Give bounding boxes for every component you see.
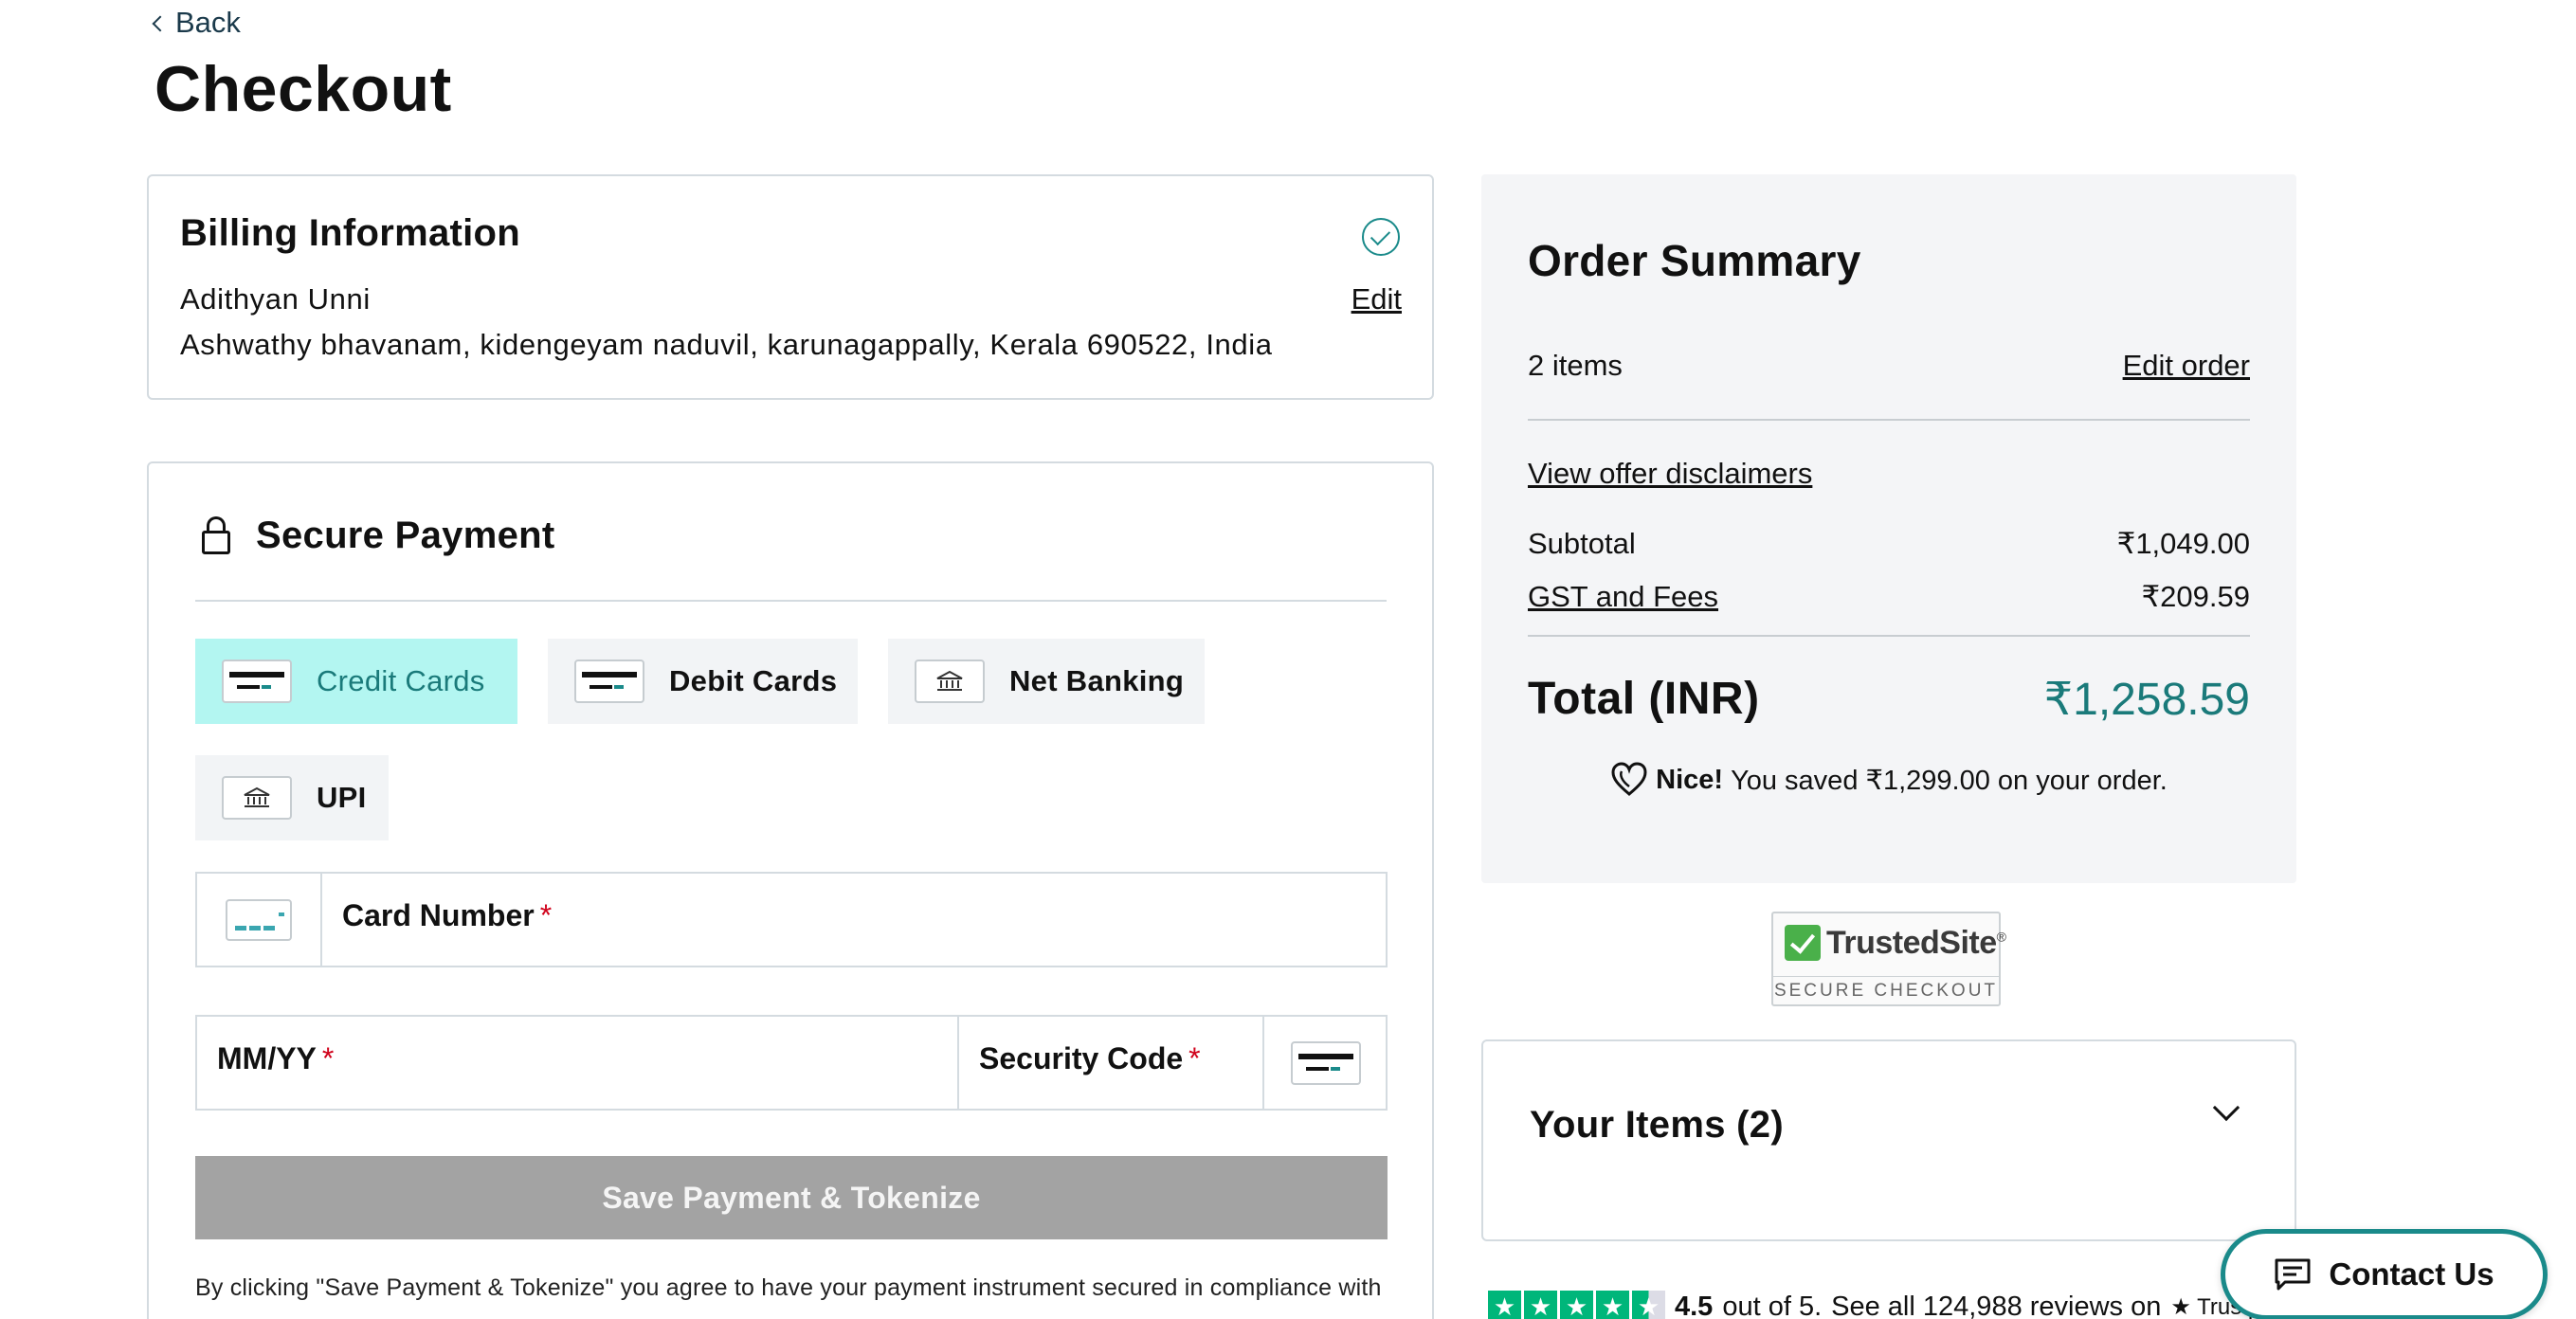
- debit-card-icon: [574, 660, 644, 703]
- security-code-field[interactable]: Security Code *: [957, 1015, 1388, 1111]
- savings-message: Nice! You saved ₹1,299.00 on your order.: [1481, 762, 2296, 798]
- gst-value: ₹209.59: [2141, 580, 2250, 613]
- save-payment-button[interactable]: Save Payment & Tokenize: [195, 1156, 1388, 1239]
- tab-label: Credit Cards: [317, 664, 485, 697]
- security-code-icon-box: [1262, 1017, 1386, 1109]
- star-icon: ★: [1560, 1291, 1593, 1319]
- card-number-icon: [197, 874, 322, 966]
- divider: [1528, 635, 2250, 637]
- billing-information-card: Billing Information Adithyan Unni Ashwat…: [147, 174, 1434, 400]
- billing-name: Adithyan Unni: [180, 282, 371, 316]
- terms-text: By clicking "Save Payment & Tokenize" yo…: [195, 1274, 1382, 1301]
- tab-label: Debit Cards: [669, 664, 838, 697]
- rating-stars: ★ ★ ★ ★ ★: [1488, 1291, 1665, 1319]
- contact-us-label: Contact Us: [2329, 1256, 2494, 1292]
- rating-text: out of 5.: [1722, 1292, 1823, 1319]
- chat-icon: [2275, 1258, 2311, 1291]
- reviews-text: See all 124,988 reviews on: [1831, 1292, 2162, 1319]
- trustedsite-badge[interactable]: TrustedSite® SECURE CHECKOUT: [1771, 912, 2006, 1006]
- secure-payment-card: Secure Payment Credit Cards Debit Cards …: [147, 461, 1434, 1319]
- bank-icon: [915, 660, 985, 703]
- trustedsite-sub: SECURE CHECKOUT: [1773, 976, 1999, 1002]
- expiry-field[interactable]: MM/YY *: [195, 1015, 959, 1111]
- security-code-input[interactable]: [959, 1017, 1262, 1109]
- savings-bold: Nice!: [1656, 764, 1724, 795]
- expiry-input[interactable]: [197, 1017, 957, 1109]
- tab-label: UPI: [317, 781, 367, 814]
- star-icon: ★: [1596, 1291, 1629, 1319]
- savings-text: You saved ₹1,299.00 on your order.: [1731, 765, 2168, 796]
- gst-fees-link[interactable]: GST and Fees: [1528, 580, 1718, 614]
- trustpilot-widget[interactable]: ★ ★ ★ ★ ★ 4.5 out of 5. See all 124,988 …: [1488, 1291, 2290, 1319]
- divider: [195, 600, 1387, 602]
- card-number-field[interactable]: Card Number *: [195, 872, 1388, 967]
- order-summary: Order Summary 2 items Edit order View of…: [1481, 174, 2296, 883]
- star-icon: ★: [1488, 1291, 1521, 1319]
- billing-edit-link[interactable]: Edit: [1351, 282, 1402, 316]
- tab-net-banking[interactable]: Net Banking: [888, 639, 1205, 724]
- back-label: Back: [175, 6, 241, 39]
- check-icon: [1785, 925, 1821, 961]
- total-value: ₹1,258.59: [2043, 675, 2250, 725]
- tab-upi[interactable]: UPI: [195, 755, 389, 840]
- bank-icon: [222, 776, 292, 820]
- subtotal-value: ₹1,049.00: [2116, 527, 2250, 560]
- billing-address: Ashwathy bhavanam, kidengeyam naduvil, k…: [180, 328, 1273, 361]
- back-link[interactable]: Back: [152, 6, 241, 40]
- payment-title: Secure Payment: [256, 515, 555, 556]
- tab-credit-cards[interactable]: Credit Cards: [195, 639, 517, 724]
- rating-value: 4.5: [1675, 1292, 1714, 1319]
- card-number-input[interactable]: [330, 874, 1386, 966]
- total-label: Total (INR): [1528, 674, 1760, 724]
- star-icon: ★: [1524, 1291, 1557, 1319]
- page-title: Checkout: [154, 53, 452, 125]
- order-summary-title: Order Summary: [1528, 236, 1861, 285]
- credit-card-icon: [222, 660, 292, 703]
- edit-order-link[interactable]: Edit order: [2123, 349, 2250, 383]
- lock-icon: [202, 516, 230, 554]
- tab-debit-cards[interactable]: Debit Cards: [548, 639, 858, 724]
- billing-title: Billing Information: [180, 212, 521, 254]
- contact-us-button[interactable]: Contact Us: [2221, 1229, 2548, 1319]
- items-count: 2 items: [1528, 349, 1623, 382]
- your-items-accordion[interactable]: Your Items (2): [1481, 1039, 2296, 1241]
- your-items-title: Your Items (2): [1530, 1104, 1784, 1146]
- half-star-icon: ★: [1632, 1291, 1665, 1319]
- subtotal-label: Subtotal: [1528, 527, 1636, 560]
- check-circle-icon: [1362, 218, 1400, 256]
- divider: [1528, 419, 2250, 421]
- offer-disclaimers-link[interactable]: View offer disclaimers: [1528, 457, 1812, 491]
- trustedsite-name: TrustedSite®: [1826, 925, 2006, 961]
- gst-row: GST and Fees ₹209.59: [1528, 580, 2250, 614]
- chevron-left-icon: [152, 15, 169, 32]
- heart-icon: [1611, 762, 1647, 796]
- card-back-icon: [1291, 1041, 1361, 1085]
- subtotal-row: Subtotal ₹1,049.00: [1528, 527, 2250, 561]
- chevron-down-icon[interactable]: [2212, 1093, 2240, 1122]
- tab-label: Net Banking: [1009, 664, 1185, 697]
